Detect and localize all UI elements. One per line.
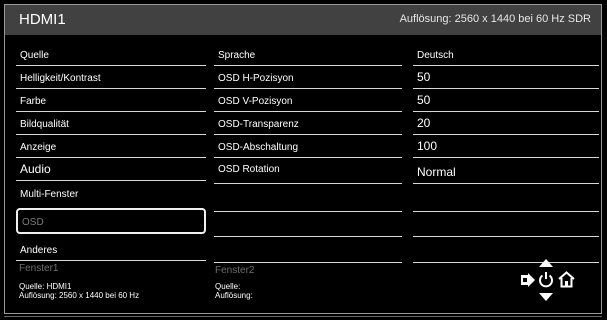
- menu-item-farbe[interactable]: Farbe: [16, 89, 206, 112]
- value-label: Deutsch: [417, 50, 454, 61]
- menu-item-label: Quelle: [20, 50, 49, 61]
- submenu-item-label: OSD-Transparenz: [218, 119, 299, 130]
- menu-item-label: Audio: [20, 162, 51, 176]
- menu-item-label: Anderes: [20, 245, 58, 256]
- submenu-item-osd-v-position[interactable]: OSD V-Pozisyon: [214, 89, 402, 112]
- submenu-item-sprache[interactable]: Sprache: [214, 43, 402, 66]
- submenu-item-label: OSD Rotation: [218, 164, 280, 175]
- value-label: 50: [417, 70, 431, 84]
- input-icon[interactable]: [519, 272, 537, 288]
- menu-item-anderes[interactable]: Anderes: [16, 236, 206, 261]
- value-label: Normal: [417, 165, 456, 179]
- menu-item-label: Bildqualität: [20, 119, 69, 130]
- menu-item-anzeige[interactable]: Anzeige: [16, 135, 206, 158]
- up-arrow-icon[interactable]: [538, 258, 554, 268]
- value-empty-row: [413, 212, 599, 237]
- value-osd-v-position[interactable]: 50: [413, 89, 599, 112]
- input-title: HDMI1: [19, 11, 66, 28]
- submenu-item-label: Sprache: [218, 50, 256, 61]
- menu-item-label: Anzeige: [20, 142, 57, 153]
- main-menu: Quelle Helligkeit/Kontrast Farbe Bildqua…: [16, 43, 206, 261]
- submenu-item-label: OSD V-Pozisyon: [218, 96, 293, 107]
- submenu-item-osd-h-position[interactable]: OSD H-Pozisyon: [214, 66, 402, 89]
- resolution-status: Auflösung: 2560 x 1440 bei 60 Hz SDR: [399, 13, 591, 25]
- menu-item-label: Helligkeit/Kontrast: [20, 73, 101, 84]
- value-label: 50: [417, 93, 431, 107]
- window2-title: Fenster2: [215, 265, 255, 276]
- down-arrow-icon[interactable]: [538, 292, 554, 302]
- window2-resolution: Auflösung:: [215, 291, 253, 300]
- value-label: 100: [417, 139, 438, 153]
- home-icon[interactable]: [558, 271, 575, 288]
- submenu-item-osd-rotation[interactable]: OSD Rotation: [214, 158, 402, 184]
- value-empty-row: [413, 184, 599, 212]
- osd-submenu: Sprache OSD H-Pozisyon OSD V-Pozisyon OS…: [214, 43, 402, 263]
- window1-source: Quelle: HDMI1: [19, 282, 72, 291]
- submenu-empty-row: [214, 237, 402, 263]
- menu-item-audio[interactable]: Audio: [16, 158, 206, 181]
- value-osd-rotation[interactable]: Normal: [413, 158, 599, 184]
- window1-title: Fenster1: [19, 263, 59, 274]
- submenu-empty-row: [214, 212, 402, 237]
- window2-source: Quelle:: [215, 282, 241, 291]
- value-column: Deutsch 50 50 20 100 Normal: [413, 43, 599, 263]
- menu-item-label: Farbe: [20, 96, 47, 107]
- menu-item-bildqualitaet[interactable]: Bildqualität: [16, 112, 206, 135]
- osd-header: HDMI1 Auflösung: 2560 x 1440 bei 60 Hz S…: [5, 5, 601, 35]
- submenu-empty-row: [214, 184, 402, 212]
- submenu-item-label: OSD-Abschaltung: [218, 142, 299, 153]
- submenu-item-osd-transparenz[interactable]: OSD-Transparenz: [214, 112, 402, 135]
- value-osd-transparenz[interactable]: 20: [413, 112, 599, 135]
- value-sprache[interactable]: Deutsch: [413, 43, 599, 66]
- menu-item-label: Multi-Fenster: [20, 189, 79, 200]
- submenu-item-label: OSD H-Pozisyon: [218, 73, 294, 84]
- menu-item-helligkeit-kontrast[interactable]: Helligkeit/Kontrast: [16, 66, 206, 89]
- menu-item-label: OSD: [22, 217, 44, 228]
- submenu-item-osd-abschaltung[interactable]: OSD-Abschaltung: [214, 135, 402, 158]
- menu-item-osd[interactable]: OSD: [16, 208, 206, 234]
- value-label: 20: [417, 116, 431, 130]
- bottom-divider: [4, 316, 602, 317]
- value-osd-h-position[interactable]: 50: [413, 66, 599, 89]
- menu-item-quelle[interactable]: Quelle: [16, 43, 206, 66]
- window1-resolution: Auflösung: 2560 x 1440 bei 60 Hz: [19, 291, 140, 300]
- menu-item-multi-fenster[interactable]: Multi-Fenster: [16, 181, 206, 204]
- value-empty-row: [413, 237, 599, 263]
- value-osd-abschaltung[interactable]: 100: [413, 135, 599, 158]
- power-icon[interactable]: [538, 271, 554, 288]
